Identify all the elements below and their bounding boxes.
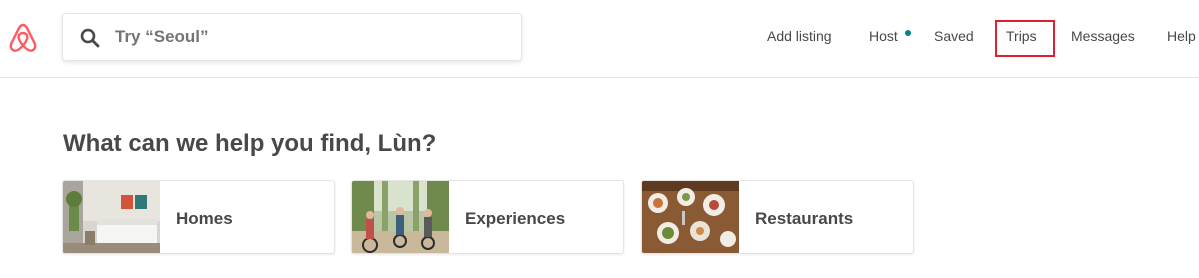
nav-help[interactable]: Help xyxy=(1167,28,1196,44)
nav-host[interactable]: Host xyxy=(869,28,898,44)
category-label: Restaurants xyxy=(755,209,854,228)
nav-add-listing[interactable]: Add listing xyxy=(767,28,832,44)
category-label: Experiences xyxy=(465,209,566,228)
nav-trips[interactable]: Trips xyxy=(1006,28,1037,44)
nav-messages[interactable]: Messages xyxy=(1071,28,1135,44)
bedroom-photo xyxy=(63,181,160,253)
top-nav: Add listing Host Saved Trips Messages He… xyxy=(0,0,1199,78)
nav-saved[interactable]: Saved xyxy=(934,28,974,44)
page-heading: What can we help you find, Lùn? xyxy=(63,130,437,157)
cyclists-photo xyxy=(352,181,449,253)
category-card-restaurants[interactable]: Restaurants xyxy=(641,180,914,254)
dining-table-photo xyxy=(642,181,739,253)
category-label: Homes xyxy=(176,209,233,228)
notification-dot xyxy=(905,30,911,36)
top-header: Add listing Host Saved Trips Messages He… xyxy=(0,0,1199,78)
category-card-homes[interactable]: Homes xyxy=(62,180,335,254)
category-card-experiences[interactable]: Experiences xyxy=(351,180,624,254)
